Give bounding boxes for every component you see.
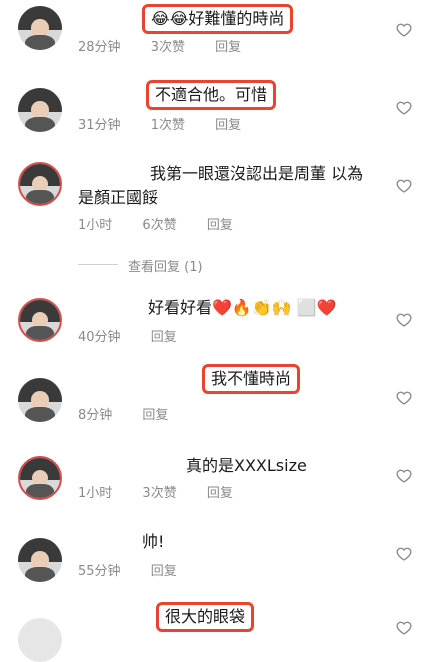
avatar[interactable] xyxy=(18,456,62,500)
comment-meta: 1小时 6次赞 回复 xyxy=(78,214,259,233)
comment-text: 真的是XXXLsize xyxy=(186,456,307,475)
avatar[interactable] xyxy=(18,378,62,422)
reply-button[interactable]: 回复 xyxy=(207,218,233,233)
comment-time: 31分钟 xyxy=(78,118,121,133)
reply-button[interactable]: 回复 xyxy=(215,40,241,55)
comment-meta: 8分钟 回复 xyxy=(78,404,194,423)
comment-meta: 31分钟 1次赞 回复 xyxy=(78,114,267,133)
comment-text: 不適合他。可惜 xyxy=(146,80,277,110)
view-replies-label[interactable]: 查看回复 (1) xyxy=(128,256,203,275)
comment-likes: 3次赞 xyxy=(150,40,185,55)
avatar[interactable] xyxy=(18,618,62,662)
heart-outline-icon[interactable] xyxy=(396,546,412,562)
comment-time: 8分钟 xyxy=(78,408,113,423)
heart-outline-icon[interactable] xyxy=(396,390,412,406)
heart-outline-icon[interactable] xyxy=(396,178,412,194)
comment-meta: 1小时 3次赞 回复 xyxy=(78,482,259,501)
comment-text: 帅! xyxy=(142,532,165,551)
reply-button[interactable]: 回复 xyxy=(151,330,177,345)
comment-time: 1小时 xyxy=(78,218,113,233)
comment-likes: 3次赞 xyxy=(142,486,177,501)
heart-outline-icon[interactable] xyxy=(396,312,412,328)
heart-outline-icon[interactable] xyxy=(396,22,412,38)
divider xyxy=(78,264,118,265)
comment-text: 好看好看❤️🔥👏🙌 ⬜❤️ xyxy=(148,298,337,317)
heart-outline-icon[interactable] xyxy=(396,620,412,636)
comment-meta: 40分钟 回复 xyxy=(78,326,203,345)
comment-text: 很大的眼袋 xyxy=(156,602,255,632)
comment-time: 40分钟 xyxy=(78,330,121,345)
comment-text: 😂😂好難懂的時尚 xyxy=(142,4,294,34)
reply-button[interactable]: 回复 xyxy=(151,564,177,579)
comment-likes: 6次赞 xyxy=(142,218,177,233)
comment-text: 我第一眼還沒認出是周董 以為是顏正國餒 xyxy=(78,164,364,207)
avatar[interactable] xyxy=(18,162,62,206)
comment-likes: 1次赞 xyxy=(150,118,185,133)
avatar[interactable] xyxy=(18,538,62,582)
comment-meta: 55分钟 回复 xyxy=(78,560,203,579)
heart-outline-icon[interactable] xyxy=(396,100,412,116)
avatar[interactable] xyxy=(18,88,62,132)
heart-outline-icon[interactable] xyxy=(396,468,412,484)
reply-button[interactable]: 回复 xyxy=(215,118,241,133)
comment-time: 55分钟 xyxy=(78,564,121,579)
view-replies-link[interactable]: 查看回复 (1) xyxy=(78,256,378,275)
comment-time: 1小时 xyxy=(78,486,113,501)
reply-button[interactable]: 回复 xyxy=(142,408,168,423)
comment-meta: 28分钟 3次赞 回复 xyxy=(78,36,267,55)
reply-button[interactable]: 回复 xyxy=(207,486,233,501)
comment-time: 28分钟 xyxy=(78,40,121,55)
avatar[interactable] xyxy=(18,298,62,342)
comment-text: 我不懂時尚 xyxy=(202,364,301,394)
avatar[interactable] xyxy=(18,6,62,50)
